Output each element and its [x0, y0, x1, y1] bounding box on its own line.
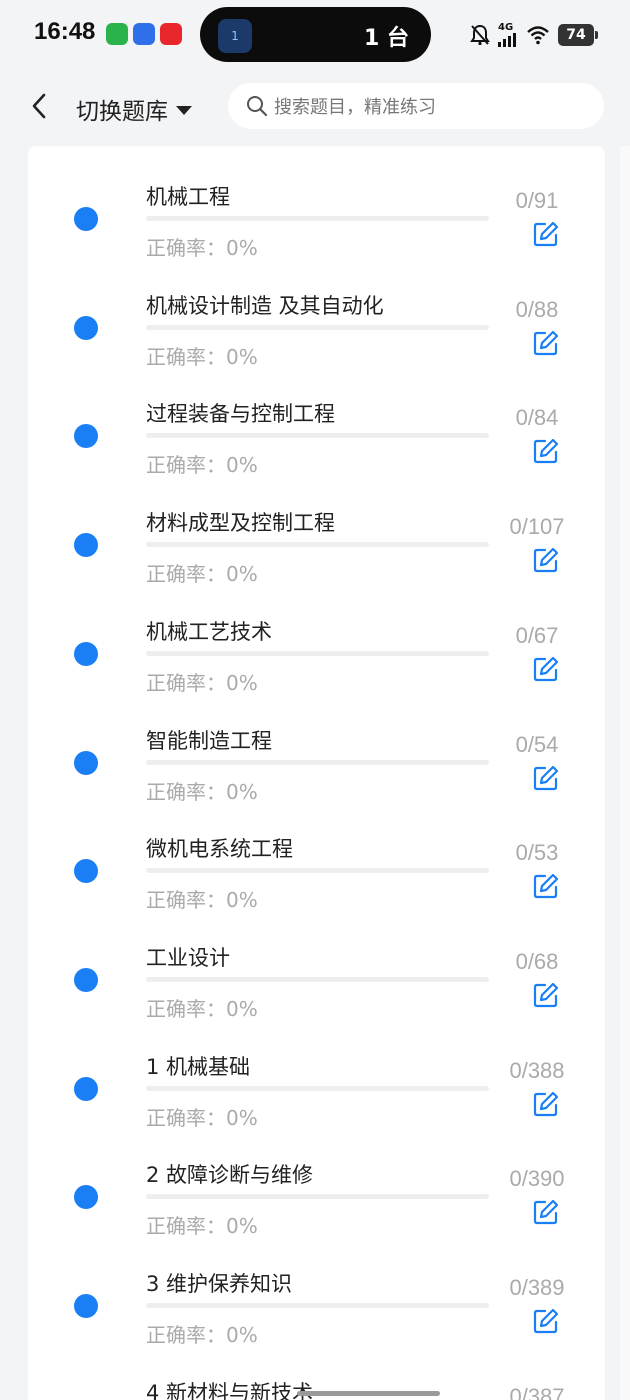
wifi-icon [527, 26, 549, 45]
edit-icon[interactable] [532, 764, 560, 792]
status-dot [74, 424, 98, 449]
battery-icon: 74 [558, 24, 598, 46]
question-count: 0/390 [509, 1166, 565, 1192]
item-title: 机械工程 [146, 185, 230, 209]
edit-icon[interactable] [532, 1090, 560, 1118]
status-dot [74, 641, 98, 666]
next-card-edge [620, 146, 630, 1400]
wechat-icon [106, 23, 128, 45]
status-dot [74, 967, 98, 992]
header: 切换题库 搜索题目，精准练习 [0, 68, 630, 148]
progress-bar [146, 324, 489, 330]
list-item[interactable]: 3 维护保养知识 正确率：0% 0/389 [28, 1233, 605, 1347]
progress-bar [146, 542, 489, 548]
status-dot [74, 1076, 98, 1101]
status-dot [74, 1185, 98, 1210]
question-count: 0/84 [515, 405, 559, 431]
caret-down-icon [176, 105, 192, 115]
page-title: 切换题库 [76, 99, 168, 125]
home-indicator[interactable] [297, 1391, 440, 1396]
edit-icon[interactable] [532, 437, 560, 465]
list-item[interactable]: 工业设计 正确率：0% 0/68 [28, 907, 605, 1021]
status-time: 16:48 [34, 18, 96, 45]
progress-bar [146, 1303, 489, 1308]
back-icon[interactable] [24, 90, 56, 122]
list-item[interactable]: 机械工艺技术 正确率：0% 0/67 [28, 581, 605, 695]
question-count: 0/389 [509, 1275, 565, 1300]
progress-bar [146, 868, 489, 874]
item-title: 机械设计制造 及其自动化 [146, 293, 384, 318]
edit-icon[interactable] [532, 655, 560, 683]
question-count: 0/387 [509, 1383, 565, 1400]
status-dot [74, 750, 98, 775]
list-item[interactable]: 材料成型及控制工程 正确率：0% 0/107 [28, 472, 605, 586]
question-count: 0/388 [509, 1057, 565, 1083]
progress-bar [146, 1085, 489, 1091]
network-label: 4G [498, 22, 514, 33]
item-title: 过程装备与控制工程 [146, 402, 335, 427]
edit-icon[interactable] [532, 1307, 560, 1335]
progress-bar [146, 216, 489, 221]
edit-icon[interactable] [532, 329, 560, 357]
list-item[interactable]: 机械设计制造 及其自动化 正确率：0% 0/88 [28, 255, 605, 369]
status-dot [74, 207, 98, 231]
edit-icon[interactable] [532, 220, 560, 248]
question-bank-list: 机械工程 正确率：0% 0/91 机械设计制造 及其自动化 正确率：0% 0/88 过程装备… [28, 146, 605, 1400]
item-title: 3 维护保养知识 [146, 1272, 293, 1296]
item-title: 微机电系统工程 [146, 837, 293, 862]
list-item[interactable]: 2 故障诊断与维修 正确率：0% 0/390 [28, 1124, 605, 1238]
search-icon [247, 96, 268, 117]
signal-icon: 4G [498, 23, 518, 47]
list-item[interactable]: 机械工程 正确率：0% 0/91 [28, 146, 605, 260]
dynamic-island[interactable]: 1 1 台 [200, 7, 431, 62]
item-title: 2 故障诊断与维修 [146, 1163, 314, 1188]
question-count: 0/67 [515, 622, 559, 648]
list-item[interactable]: 过程装备与控制工程 正确率：0% 0/84 [28, 363, 605, 477]
status-dot [74, 315, 98, 340]
list-item[interactable]: 1 机械基础 正确率：0% 0/388 [28, 1016, 605, 1130]
progress-bar [146, 650, 489, 656]
mute-icon [470, 24, 490, 46]
progress-bar [146, 759, 489, 765]
edit-icon[interactable] [532, 546, 560, 574]
edit-icon[interactable] [532, 1198, 560, 1226]
item-title: 4 新材料与新技术 [146, 1380, 314, 1400]
search-placeholder: 搜索题目，精准练习 [274, 97, 436, 118]
question-count: 0/91 [515, 188, 559, 213]
status-dot [74, 859, 98, 884]
item-title: 工业设计 [146, 945, 230, 970]
search-input[interactable]: 搜索题目，精准练习 [228, 83, 604, 129]
item-title: 机械工艺技术 [146, 619, 272, 644]
progress-bar [146, 1194, 489, 1200]
status-bar: 16:48 1 1 台 4G 74 [0, 0, 630, 68]
question-count: 0/53 [515, 840, 559, 866]
question-count: 0/68 [515, 948, 559, 974]
app-u-icon [133, 23, 155, 45]
question-count: 0/107 [509, 514, 565, 540]
list-item[interactable]: 智能制造工程 正确率：0% 0/54 [28, 690, 605, 804]
island-text: 1 台 [364, 26, 409, 51]
progress-bar [146, 433, 489, 439]
edit-icon[interactable] [532, 872, 560, 900]
item-title: 材料成型及控制工程 [146, 511, 335, 536]
app-red-icon [160, 23, 182, 45]
list-item[interactable]: 微机电系统工程 正确率：0% 0/53 [28, 798, 605, 912]
item-title: 1 机械基础 [146, 1054, 251, 1079]
edit-icon[interactable] [532, 981, 560, 1009]
status-dot [74, 533, 98, 558]
item-title: 智能制造工程 [146, 728, 272, 753]
question-count: 0/54 [515, 731, 559, 757]
switch-bank-dropdown[interactable]: 切换题库 [76, 92, 192, 126]
status-dot [74, 1294, 98, 1318]
broadcast-icon: 1 [218, 19, 252, 53]
question-count: 0/88 [515, 296, 559, 322]
progress-bar [146, 976, 489, 982]
status-indicators: 4G 74 [470, 22, 598, 48]
